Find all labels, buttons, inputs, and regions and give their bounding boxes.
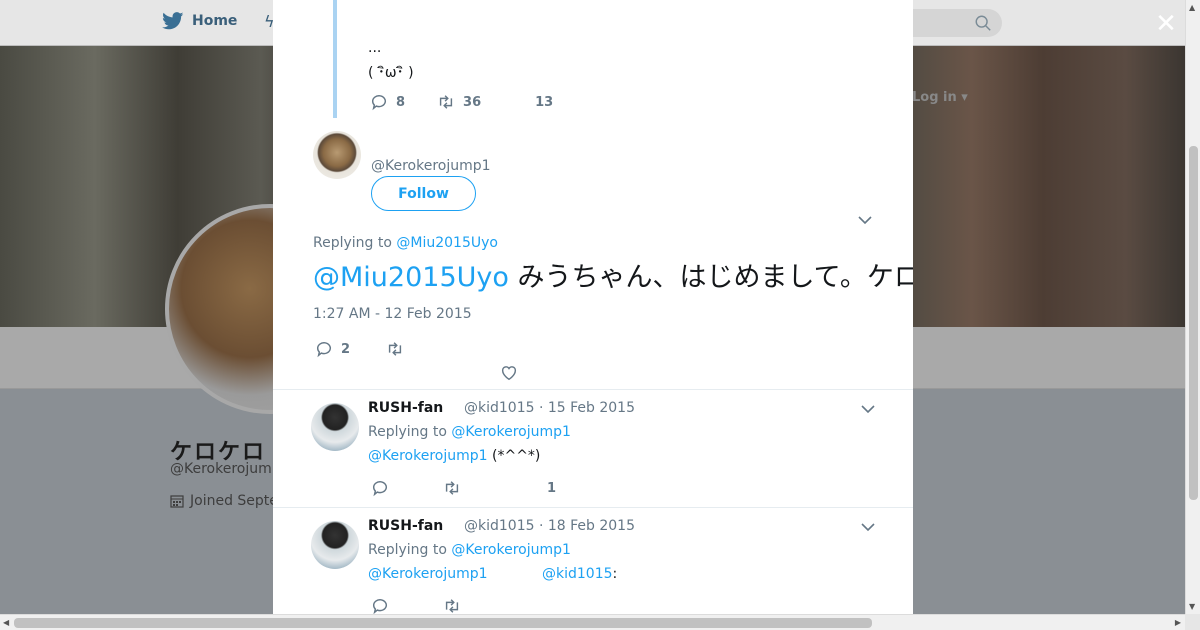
search-input[interactable] xyxy=(912,9,1002,37)
reply-button[interactable]: 2 xyxy=(315,340,350,358)
replying-prefix: Replying to xyxy=(313,235,392,251)
replying-prefix: Replying to xyxy=(368,542,447,558)
tweet-mention-link[interactable]: @Miu2015Uyo xyxy=(313,262,509,293)
reply-body: (*^^*) xyxy=(492,448,541,464)
login-label: Log in xyxy=(912,90,957,105)
prev-tweet-line-1: ... xyxy=(368,40,382,56)
scrollbar-corner xyxy=(1185,614,1200,630)
replying-to-link[interactable]: @Kerokerojump1 xyxy=(451,424,571,440)
prev-tweet-line-2: ( ･ิω･ิ ) xyxy=(368,65,414,81)
vertical-scrollbar[interactable]: ▲ ▼ xyxy=(1185,0,1200,614)
close-icon[interactable]: ✕ xyxy=(1152,10,1180,38)
reply-meta[interactable]: @kid1015 · 15 Feb 2015 xyxy=(464,400,635,416)
search-icon[interactable] xyxy=(974,14,992,32)
reply-icon xyxy=(372,481,387,497)
replying-to: Replying to @Miu2015Uyo xyxy=(313,235,498,251)
retweet-icon xyxy=(388,342,402,356)
retweet-button[interactable] xyxy=(386,340,404,358)
reply-mention-link[interactable]: @Kerokerojump1 xyxy=(368,566,488,582)
chevron-down-icon[interactable] xyxy=(861,404,875,414)
vertical-scrollbar-thumb[interactable] xyxy=(1189,146,1198,500)
divider xyxy=(273,507,913,508)
replying-to: Replying to @Kerokerojump1 xyxy=(368,542,571,558)
reply-actions: 1 xyxy=(371,479,556,497)
divider xyxy=(273,389,913,390)
replying-to: Replying to @Kerokerojump1 xyxy=(368,424,571,440)
nav-home-label: Home xyxy=(192,13,238,29)
focus-tweet-handle[interactable]: @Kerokerojump1 xyxy=(371,158,491,174)
avatar[interactable] xyxy=(313,131,361,179)
login-link[interactable]: Log in ▾ xyxy=(912,90,968,105)
scroll-right-arrow-icon[interactable]: ▶ xyxy=(1175,618,1181,627)
reply-button[interactable] xyxy=(371,597,389,614)
tweet-body: みうちゃん、はじめまして。ケロケロです。よろしくお願いします。かわいいですね。 xyxy=(517,262,913,293)
reply-body: : xyxy=(612,566,618,582)
retweet-count: 36 xyxy=(463,94,482,110)
reply-text: @Kerokerojump1 (*^^*) xyxy=(368,448,540,464)
focus-tweet-text: @Miu2015Uyo みうちゃん、はじめまして。ケロケロです。よろしくお願いし… xyxy=(313,260,913,296)
reply-button[interactable] xyxy=(371,479,389,497)
chevron-down-icon[interactable] xyxy=(861,522,875,532)
replying-to-link[interactable]: @Kerokerojump1 xyxy=(451,542,571,558)
like-button[interactable]: 13 xyxy=(535,95,553,110)
horizontal-scrollbar[interactable]: ◀ ▶ xyxy=(0,614,1185,630)
like-count: 1 xyxy=(547,480,557,496)
profile-handle: @Kerokerojum xyxy=(170,461,272,477)
avatar[interactable] xyxy=(311,521,359,569)
reply-icon xyxy=(371,95,386,111)
follow-button[interactable]: Follow xyxy=(371,176,476,211)
reply-mention-link-2[interactable]: @kid1015 xyxy=(542,566,613,582)
reply-author-name[interactable]: RUSH-fan xyxy=(368,400,443,416)
reply-count: 8 xyxy=(396,94,406,110)
profile-joined: Joined Septe xyxy=(170,493,278,509)
reply-actions xyxy=(371,597,461,614)
reply-icon xyxy=(372,599,387,614)
replying-prefix: Replying to xyxy=(368,424,447,440)
horizontal-scrollbar-thumb[interactable] xyxy=(14,618,872,628)
nav-home-link[interactable]: Home xyxy=(162,12,237,30)
reply-count: 2 xyxy=(341,341,351,357)
retweet-button[interactable] xyxy=(443,597,461,614)
reply-mention-link[interactable]: @Kerokerojump1 xyxy=(368,448,488,464)
thread-connector-line xyxy=(333,0,337,118)
reply-author-name[interactable]: RUSH-fan xyxy=(368,518,443,534)
reply-button[interactable]: 8 xyxy=(370,93,405,111)
calendar-icon xyxy=(170,495,184,508)
retweet-icon xyxy=(439,95,453,109)
profile-joined-text: Joined Septe xyxy=(190,493,278,509)
retweet-button[interactable]: 36 xyxy=(437,93,481,111)
heart-icon[interactable] xyxy=(500,364,518,382)
twitter-bird-icon xyxy=(162,12,184,30)
tweet-permalink-modal: ... ( ･ิω･ิ ) 8 36 13 @Kerokerojump1 Fol… xyxy=(273,0,913,614)
like-count: 13 xyxy=(535,94,554,110)
avatar[interactable] xyxy=(311,403,359,451)
reply-icon xyxy=(316,342,331,358)
retweet-button[interactable] xyxy=(443,479,461,497)
scroll-down-arrow-icon[interactable]: ▼ xyxy=(1189,602,1195,611)
like-button[interactable]: 1 xyxy=(547,481,556,496)
retweet-icon xyxy=(445,599,459,613)
scroll-up-arrow-icon[interactable]: ▲ xyxy=(1189,3,1195,12)
scroll-left-arrow-icon[interactable]: ◀ xyxy=(3,618,9,627)
reply-text: @Kerokerojump1 @kid1015: xyxy=(368,566,617,582)
tweet-timestamp[interactable]: 1:27 AM - 12 Feb 2015 xyxy=(313,306,472,322)
reply-meta[interactable]: @kid1015 · 18 Feb 2015 xyxy=(464,518,635,534)
prev-tweet-actions: 8 36 13 xyxy=(370,93,553,111)
retweet-icon xyxy=(445,481,459,495)
chevron-down-icon[interactable] xyxy=(858,215,872,225)
focus-tweet-actions: 2 xyxy=(315,340,404,358)
replying-to-link[interactable]: @Miu2015Uyo xyxy=(396,235,498,251)
